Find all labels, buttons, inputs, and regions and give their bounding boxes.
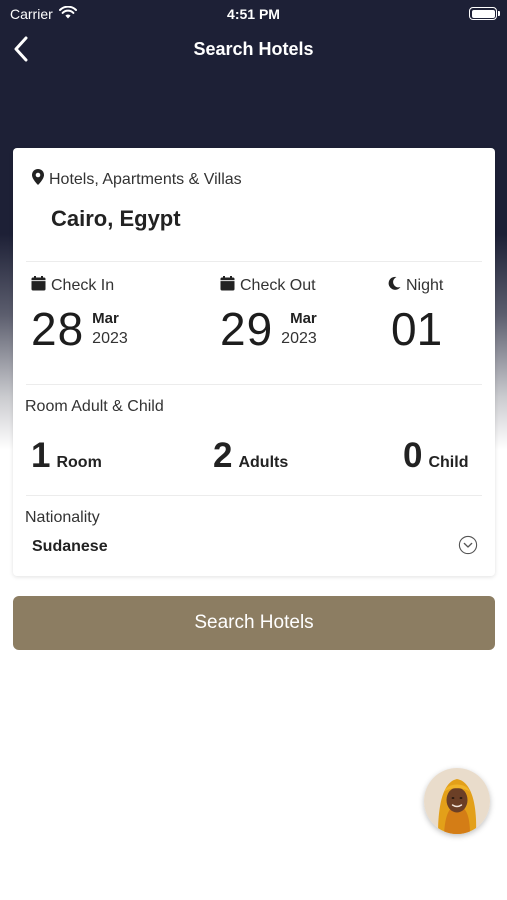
check-in-day: 28	[31, 303, 85, 355]
destination-type: Hotels, Apartments & Villas	[31, 168, 242, 191]
chevron-down-circle-icon	[458, 535, 478, 560]
search-hotels-button[interactable]: Search Hotels	[13, 596, 495, 650]
avatar-image	[424, 768, 490, 834]
divider	[26, 495, 482, 496]
child-count-value: 0	[403, 436, 423, 475]
search-form-card: Hotels, Apartments & Villas Cairo, Egypt…	[13, 148, 495, 576]
child-count[interactable]: 0 Child	[403, 436, 468, 476]
check-out-month: Mar	[290, 310, 317, 327]
adult-count-value: 2	[213, 436, 233, 475]
check-out-label: Check Out	[240, 277, 316, 294]
check-out-day: 29	[220, 303, 274, 355]
divider	[26, 261, 482, 262]
calendar-icon	[220, 276, 235, 296]
check-out-header: Check Out	[220, 276, 317, 296]
battery-icon	[469, 7, 500, 20]
moon-icon	[387, 276, 401, 296]
map-pin-icon	[31, 168, 45, 191]
destination-type-label: Hotels, Apartments & Villas	[49, 170, 242, 188]
adult-count-unit: Adults	[238, 454, 289, 471]
room-count[interactable]: 1 Room	[31, 436, 102, 476]
status-bar: Carrier 4:51 PM	[0, 0, 507, 28]
page-title: Search Hotels	[193, 39, 314, 59]
status-time: 4:51 PM	[227, 6, 280, 22]
nationality-value: Sudanese	[32, 538, 108, 555]
room-count-unit: Room	[56, 454, 102, 471]
destination-city: Cairo, Egypt	[51, 206, 181, 231]
check-in-header: Check In	[31, 276, 128, 296]
check-in-label: Check In	[51, 277, 115, 294]
check-out-date[interactable]: Check Out 29 Mar 2023	[220, 276, 317, 352]
nationality-label: Nationality	[25, 509, 100, 526]
avatar[interactable]	[424, 768, 490, 834]
navigation-bar: Search Hotels	[0, 30, 507, 70]
night-value: 01	[391, 303, 443, 355]
night-count: Night 01	[387, 276, 443, 352]
check-in-date[interactable]: Check In 28 Mar 2023	[31, 276, 128, 352]
night-header: Night	[387, 276, 443, 296]
adult-count[interactable]: 2 Adults	[213, 436, 288, 476]
calendar-icon	[31, 276, 46, 296]
check-out-year: 2023	[281, 330, 317, 347]
nationality-dropdown[interactable]: Sudanese	[25, 532, 478, 562]
divider	[26, 384, 482, 385]
night-label: Night	[406, 277, 444, 294]
occupancy-label: Room Adult & Child	[25, 398, 164, 415]
check-in-year: 2023	[92, 330, 128, 347]
room-count-value: 1	[31, 436, 51, 475]
check-in-month: Mar	[92, 310, 119, 327]
child-count-unit: Child	[428, 454, 469, 471]
